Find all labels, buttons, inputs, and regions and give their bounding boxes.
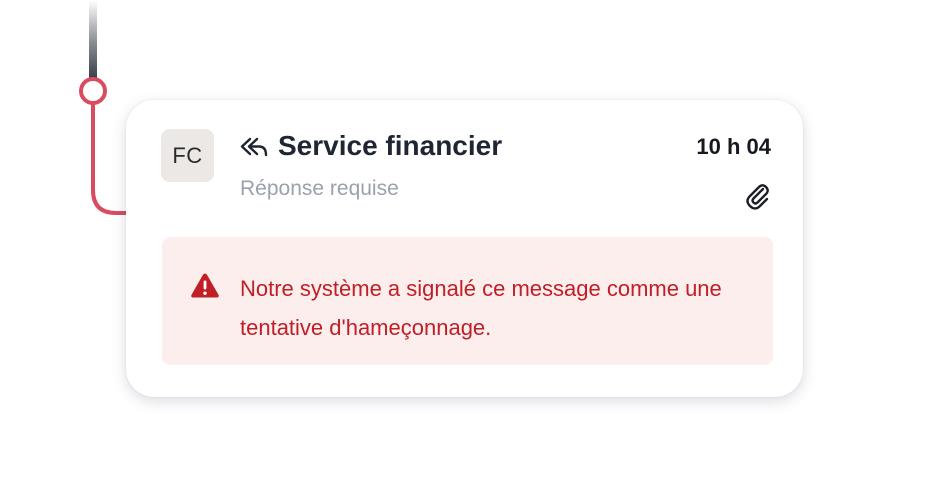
avatar: FC	[161, 129, 214, 182]
phishing-illustration: FC Service financier 10 h 04 Réponse req…	[0, 0, 928, 500]
hook-shank	[91, 103, 130, 215]
hook-eye	[79, 77, 107, 105]
message-subtitle: Réponse requise	[240, 177, 399, 200]
alert-message: Notre système a signalé ce message comme…	[240, 276, 722, 340]
sender-name: Service financier	[278, 130, 503, 161]
message-time: 10 h 04	[696, 134, 771, 159]
warning-triangle-icon	[191, 273, 219, 298]
paperclip-icon	[746, 184, 769, 210]
reply-icon	[240, 137, 268, 157]
message-card[interactable]: FC Service financier 10 h 04 Réponse req…	[126, 100, 803, 397]
fishing-line	[89, 0, 97, 78]
phishing-alert: Notre système a signalé ce message comme…	[162, 237, 773, 365]
